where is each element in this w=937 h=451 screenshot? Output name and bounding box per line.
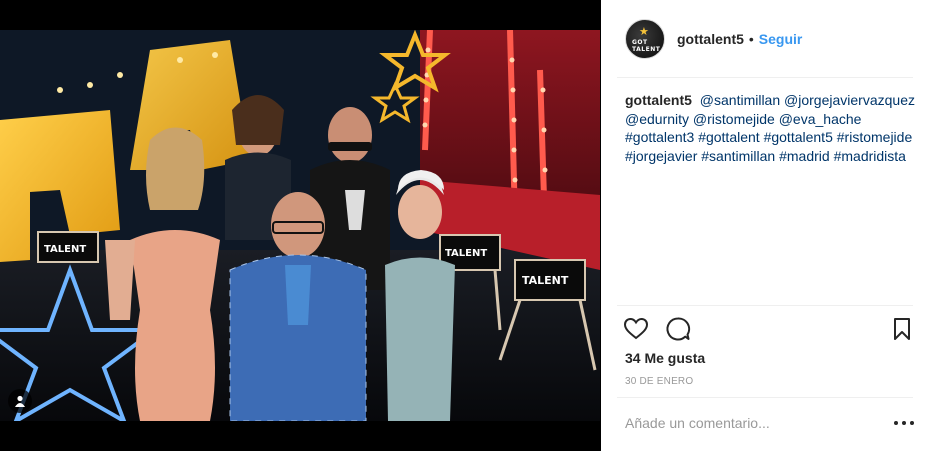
avatar-logo-text: GOT TALENT [632,39,661,53]
post-header: ★ GOT TALENT gottalent5 • Seguir [601,0,937,78]
caption-username-link[interactable]: gottalent5 [625,92,692,108]
caption-tag-link[interactable]: @jorgejaviervazquez [784,92,915,108]
caption-tag-link[interactable]: #madridista [834,148,906,164]
avatar[interactable]: ★ GOT TALENT [625,19,665,59]
username-link[interactable]: gottalent5 [677,31,744,47]
chair-logo-text: TALENT [522,274,569,287]
separator-dot: • [748,31,754,47]
chair-logo-text: TALENT [445,248,487,259]
caption-tag-link[interactable]: #gottalent3 [625,129,694,145]
more-dot [902,421,906,425]
caption-tag-link[interactable]: #madrid [779,148,830,164]
caption-tag-link[interactable]: #gottalent [698,129,760,145]
post-caption: gottalent5 @santimillan @jorgejaviervazq… [625,91,915,165]
more-options-icon[interactable] [894,414,914,432]
star-icon: ★ [639,26,649,38]
caption-tag-link[interactable]: @santimillan [700,92,780,108]
action-bar [623,316,915,344]
caption-tag-link[interactable]: #jorgejavier [625,148,697,164]
caption-tag-link[interactable]: @ristomejide [693,111,775,127]
chair-logo-text: TALENT [44,244,86,255]
more-dot [910,421,914,425]
post-details-panel: ★ GOT TALENT gottalent5 • Seguir gottale… [601,0,937,451]
follow-button[interactable]: Seguir [759,31,803,47]
actions-divider [617,305,913,306]
photo-scene: TALENT TALENT TALENT [0,30,600,421]
heart-icon[interactable] [623,316,649,342]
caption-tag-link[interactable]: #gottalent5 [764,129,833,145]
comment-icon[interactable] [665,316,691,342]
bookmark-icon[interactable] [889,316,915,342]
caption-tag-link[interactable]: #ristomejide [837,129,912,145]
more-dot [894,421,898,425]
comment-divider [617,397,913,398]
caption-tag-link[interactable]: @edurnity [625,111,689,127]
caption-tag-link[interactable]: #santimillan [701,148,775,164]
post-date[interactable]: 30 DE ENERO [625,376,693,387]
user-tag-icon[interactable] [8,389,32,413]
comment-input[interactable] [625,410,875,436]
caption-tag-link[interactable]: @eva_hache [779,111,862,127]
like-count[interactable]: 34 Me gusta [625,350,705,366]
post-photo[interactable]: TALENT TALENT TALENT [0,30,600,421]
photo-panel: TALENT TALENT TALENT [0,0,600,451]
header-divider [617,77,913,78]
